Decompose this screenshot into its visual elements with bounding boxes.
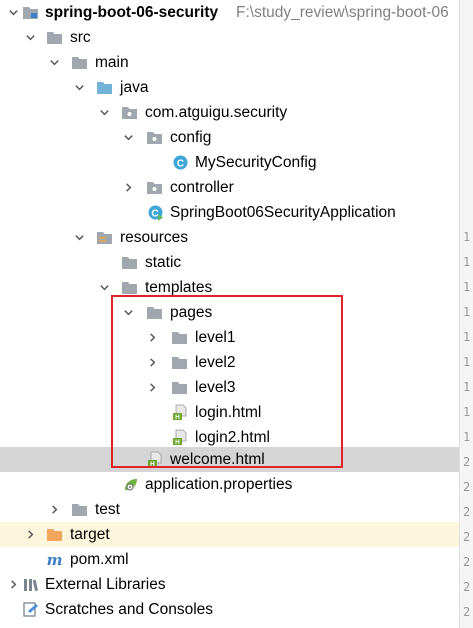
tree-row-application-class[interactable]: C SpringBoot06SecurityApplication	[0, 200, 460, 225]
svg-text:m: m	[47, 551, 63, 568]
java-class-icon: C	[172, 154, 189, 171]
tree-label: target	[70, 526, 110, 543]
tree-row-controller[interactable]: controller	[0, 175, 460, 200]
package-icon	[146, 179, 163, 196]
tree-row-static[interactable]: static	[0, 250, 460, 275]
svg-text:C: C	[177, 159, 184, 170]
tree-row-config[interactable]: config	[0, 125, 460, 150]
chevron-down-icon[interactable]	[122, 131, 134, 143]
line-number: 2	[463, 530, 471, 544]
module-folder-icon	[22, 4, 39, 21]
tree-row-external-libraries[interactable]: External Libraries	[0, 572, 460, 597]
line-number: 2	[463, 555, 471, 569]
line-number: 1	[463, 305, 471, 319]
package-icon	[121, 104, 138, 121]
scratches-icon	[22, 601, 39, 618]
editor-gutter: 1 1 1 1 1 1 1 1 1 2 2 2 2 2 2 2	[459, 0, 473, 628]
tree-label: test	[95, 501, 120, 518]
spring-properties-icon	[122, 476, 139, 493]
excluded-folder-icon	[46, 526, 63, 543]
line-number: 1	[463, 430, 471, 444]
chevron-down-icon[interactable]	[73, 231, 85, 243]
package-icon	[146, 129, 163, 146]
line-number: 2	[463, 455, 471, 469]
tree-row-src[interactable]: src	[0, 25, 460, 50]
tree-label: MySecurityConfig	[195, 154, 317, 171]
tree-label: main	[95, 54, 129, 71]
chevron-down-icon[interactable]	[24, 31, 36, 43]
line-number: 2	[463, 605, 471, 619]
tree-label: src	[70, 29, 91, 46]
line-number: 1	[463, 255, 471, 269]
tree-row-project-root[interactable]: spring-boot-06-security F:\study_review\…	[0, 0, 460, 25]
project-name: spring-boot-06-security	[45, 4, 219, 21]
tree-row-main[interactable]: main	[0, 50, 460, 75]
library-icon	[22, 576, 39, 593]
line-number: 1	[463, 330, 471, 344]
tree-label: SpringBoot06SecurityApplication	[170, 204, 396, 221]
svg-text:C: C	[151, 209, 158, 220]
line-number: 2	[463, 580, 471, 594]
project-path: F:\study_review\spring-boot-06	[236, 4, 449, 21]
chevron-down-icon[interactable]	[98, 281, 110, 293]
tree-label: com.atguigu.security	[145, 104, 288, 121]
tree-label: External Libraries	[45, 576, 166, 593]
line-number: 1	[463, 280, 471, 294]
tree-row-application-properties[interactable]: application.properties	[0, 472, 460, 497]
tree-label: static	[145, 254, 182, 271]
highlight-box	[111, 295, 343, 468]
chevron-down-icon[interactable]	[48, 56, 60, 68]
tree-row-resources[interactable]: resources	[0, 225, 460, 250]
tree-row-pom-xml[interactable]: m pom.xml	[0, 547, 460, 572]
chevron-down-icon[interactable]	[98, 106, 110, 118]
tree-row-test[interactable]: test	[0, 497, 460, 522]
tree-row-target[interactable]: target	[0, 522, 460, 547]
line-number: 1	[463, 230, 471, 244]
tree-label: pom.xml	[70, 551, 129, 568]
tree-label: config	[170, 129, 212, 146]
chevron-right-icon[interactable]	[48, 503, 60, 515]
chevron-down-icon[interactable]	[73, 81, 85, 93]
tree-row-package[interactable]: com.atguigu.security	[0, 100, 460, 125]
project-tree: spring-boot-06-security F:\study_review\…	[0, 0, 460, 628]
tree-label: controller	[170, 179, 234, 196]
chevron-down-icon[interactable]	[7, 6, 19, 18]
tree-row-java[interactable]: java	[0, 75, 460, 100]
tree-label: Scratches and Consoles	[45, 601, 214, 618]
folder-icon	[121, 254, 138, 271]
chevron-right-icon[interactable]	[7, 578, 19, 590]
folder-icon	[121, 279, 138, 296]
chevron-right-icon[interactable]	[24, 528, 36, 540]
maven-icon: m	[46, 551, 63, 568]
tree-row-mysecurityconfig[interactable]: C MySecurityConfig	[0, 150, 460, 175]
tree-label: java	[120, 79, 149, 96]
source-folder-icon	[96, 79, 113, 96]
tree-row-scratches[interactable]: Scratches and Consoles	[0, 597, 460, 622]
tree-label: application.properties	[145, 476, 293, 493]
tree-label: resources	[120, 229, 189, 246]
line-number: 1	[463, 355, 471, 369]
line-number: 1	[463, 380, 471, 394]
folder-icon	[46, 29, 63, 46]
folder-icon	[71, 54, 88, 71]
chevron-right-icon[interactable]	[122, 181, 134, 193]
folder-icon	[71, 501, 88, 518]
line-number: 2	[463, 505, 471, 519]
resources-folder-icon	[96, 229, 113, 246]
line-number: 1	[463, 405, 471, 419]
line-number: 2	[463, 480, 471, 494]
spring-boot-class-icon: C	[147, 204, 164, 221]
